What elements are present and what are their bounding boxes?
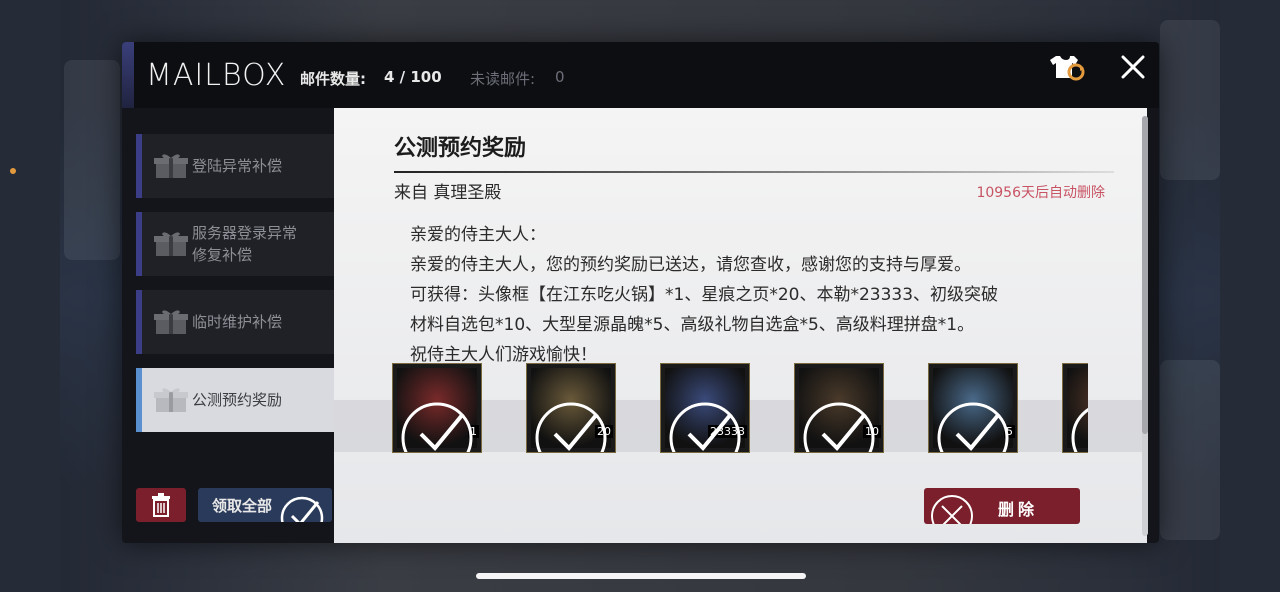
- mail-item-preregistration-reward[interactable]: 公测预约奖励: [136, 368, 334, 432]
- claim-all-label: 领取全部: [212, 497, 273, 515]
- mail-item-maintenance-compensation[interactable]: 临时维护补偿: [136, 290, 334, 354]
- mail-body-line: 亲爱的侍主大人，您的预约奖励已送达，请您查收，感谢您的支持与厚爱。: [410, 255, 971, 275]
- claimed-check-icon: [669, 402, 741, 452]
- mail-count-label: 邮件数量:: [300, 70, 366, 88]
- delete-mail-button[interactable]: 删除: [924, 488, 1080, 524]
- delete-read-button[interactable]: [136, 488, 186, 522]
- check-circle-icon: [280, 496, 324, 522]
- gift-icon: [154, 232, 188, 256]
- gift-icon: [154, 310, 188, 334]
- mail-count-value: 4 / 100: [384, 68, 442, 86]
- unread-count-value: 0: [555, 68, 565, 86]
- reward-item[interactable]: 5: [928, 363, 1018, 453]
- claim-all-button[interactable]: 领取全部: [198, 488, 332, 522]
- mail-item-label: 公测预约奖励: [192, 391, 283, 409]
- mail-item-label: 服务器登录异常修复补偿: [192, 224, 298, 264]
- reward-item[interactable]: 5: [1062, 363, 1088, 453]
- scrollbar-thumb[interactable]: [1142, 116, 1148, 434]
- mail-body-line: 材料自选包*10、大型星源晶魄*5、高级礼物自选盒*5、高级料理拼盘*1。: [410, 315, 975, 335]
- claimed-check-icon: [535, 402, 607, 452]
- mail-body: 亲爱的侍主大人： 亲爱的侍主大人，您的预约奖励已送达，请您查收，感谢您的支持与厚…: [410, 220, 1110, 362]
- mail-expire-notice: 10956天后自动删除: [976, 185, 1105, 201]
- left-edge-panel: [0, 0, 60, 592]
- gift-icon: [154, 388, 188, 412]
- mail-item-server-fix-compensation[interactable]: 服务器登录异常修复补偿: [136, 212, 334, 276]
- blurred-bg-element: [64, 60, 120, 260]
- title-divider: [394, 171, 1114, 173]
- reward-item[interactable]: 20: [526, 363, 616, 453]
- mailbox-dialog: MAILBOX 邮件数量: 4 / 100 未读邮件: 0 登陆异常补偿 服务器…: [122, 42, 1159, 543]
- mail-item-label: 登陆异常补偿: [192, 157, 283, 175]
- reward-item[interactable]: 10: [794, 363, 884, 453]
- home-indicator[interactable]: [476, 573, 806, 579]
- claimed-check-icon: [401, 402, 473, 452]
- mailbox-header: MAILBOX 邮件数量: 4 / 100 未读邮件: 0: [122, 42, 1159, 108]
- mail-item-login-compensation[interactable]: 登陆异常补偿: [136, 134, 334, 198]
- mail-body-line: 可获得：头像框【在江东吃火锅】*1、星痕之页*20、本勒*23333、初级突破: [410, 285, 999, 305]
- detail-scrollbar[interactable]: [1142, 116, 1148, 536]
- claimed-check-icon: [1071, 408, 1088, 452]
- mail-item-label: 临时维护补偿: [192, 313, 283, 331]
- delete-circle-icon: [931, 495, 973, 524]
- mail-body-line: 亲爱的侍主大人：: [410, 225, 546, 245]
- unread-count-label: 未读邮件:: [470, 70, 536, 88]
- gift-icon: [154, 154, 188, 178]
- blurred-bg-element: [1160, 360, 1220, 540]
- mail-sender: 来自 真理圣殿: [394, 183, 502, 203]
- trash-icon: [152, 493, 170, 517]
- page-title: MAILBOX: [146, 58, 287, 93]
- status-dot: [10, 168, 16, 174]
- close-icon[interactable]: [1118, 52, 1148, 82]
- reward-list: 1 20 23333 10 5: [392, 363, 1088, 455]
- reward-item[interactable]: 23333: [660, 363, 750, 453]
- delete-label: 删除: [998, 500, 1039, 519]
- blurred-bg-element: [1160, 20, 1220, 180]
- reward-item[interactable]: 1: [392, 363, 482, 453]
- right-edge-panel: [1220, 0, 1280, 592]
- mail-title: 公测预约奖励: [394, 136, 527, 161]
- mail-body-line: 祝侍主大人们游戏愉快！: [410, 345, 597, 362]
- swap-outfit-icon[interactable]: [1046, 52, 1088, 84]
- header-accent-bar: [122, 42, 134, 108]
- claimed-check-icon: [937, 402, 1009, 452]
- claimed-check-icon: [803, 402, 875, 452]
- mail-detail-panel: 公测预约奖励 来自 真理圣殿 10956天后自动删除 亲爱的侍主大人： 亲爱的侍…: [334, 108, 1147, 543]
